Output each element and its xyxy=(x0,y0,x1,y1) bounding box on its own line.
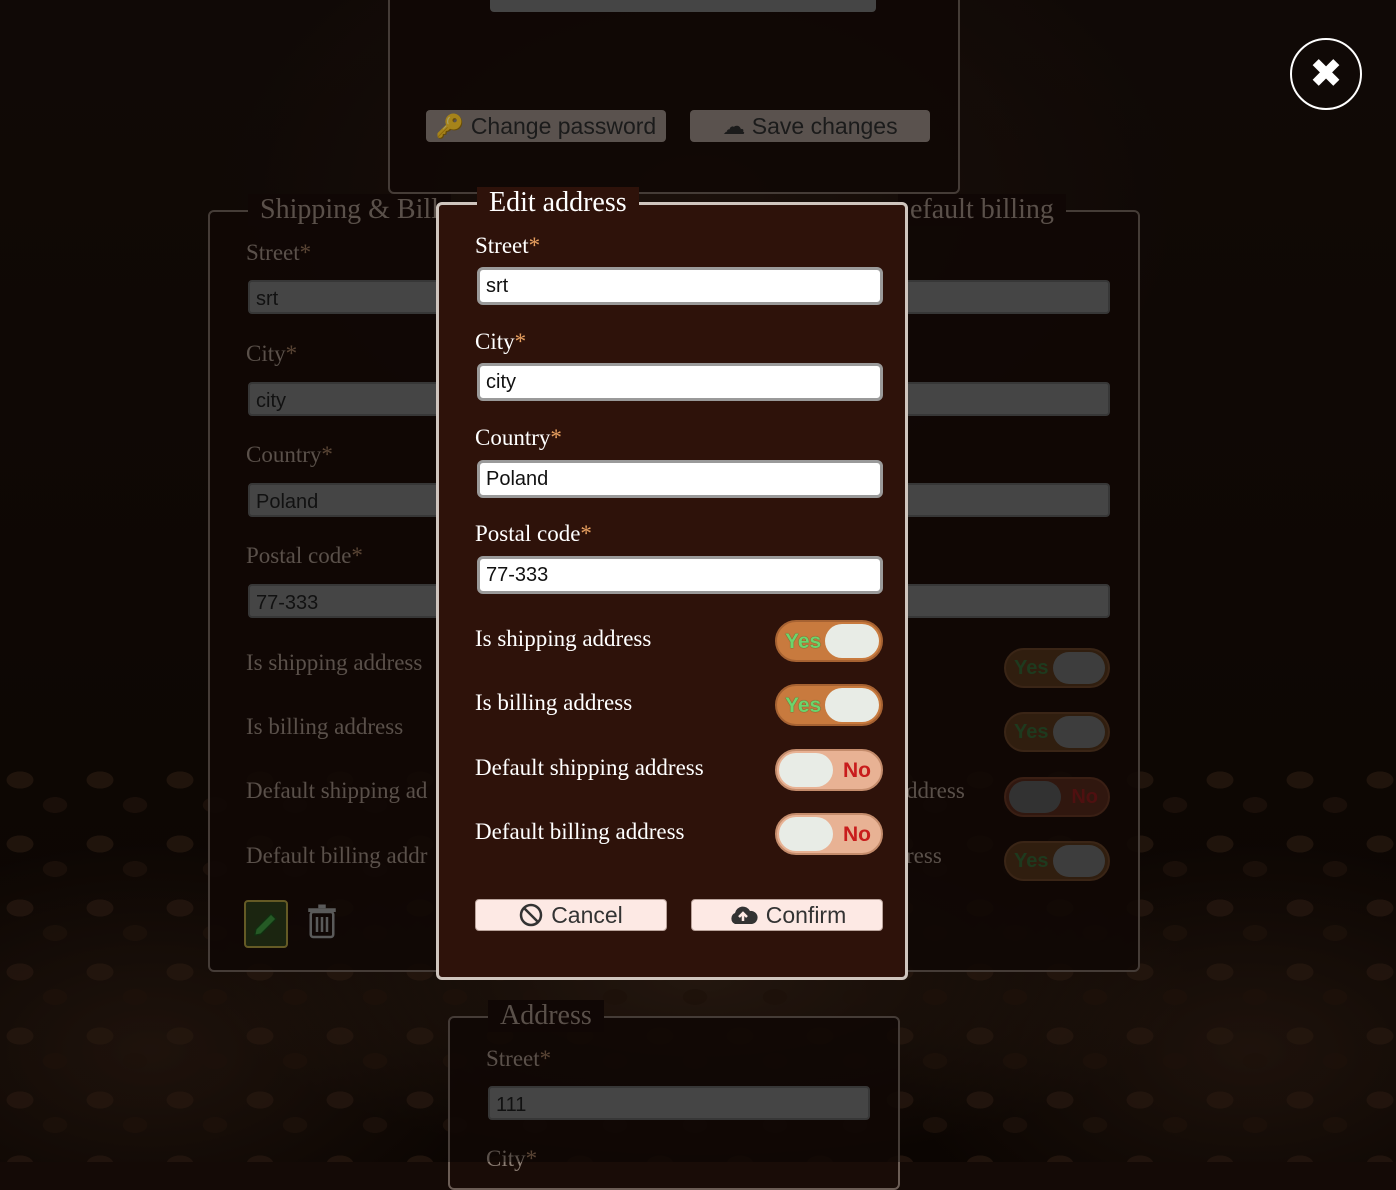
edit-address-modal: Edit address Street* City* Country* Post… xyxy=(436,187,908,980)
default-billing-toggle[interactable]: No xyxy=(775,813,883,855)
ban-icon xyxy=(519,903,543,927)
toggle-knob xyxy=(779,753,833,787)
confirm-button[interactable]: Confirm xyxy=(691,899,883,931)
toggle-knob xyxy=(779,817,833,851)
cancel-label: Cancel xyxy=(551,901,623,928)
city-input[interactable] xyxy=(477,363,883,401)
postal-code-input[interactable] xyxy=(477,556,883,594)
street-input[interactable] xyxy=(477,267,883,305)
is-shipping-label: Is shipping address xyxy=(475,626,652,651)
is-billing-toggle[interactable]: Yes xyxy=(775,684,883,726)
is-billing-label: Is billing address xyxy=(475,690,633,715)
toggle-state: Yes xyxy=(785,694,822,717)
toggle-state: No xyxy=(843,823,871,846)
street-label: Street* xyxy=(475,233,541,258)
default-shipping-toggle[interactable]: No xyxy=(775,749,883,791)
country-input[interactable] xyxy=(477,460,883,498)
country-label: Country* xyxy=(475,425,562,450)
modal-title: Edit address xyxy=(477,187,639,219)
toggle-state: Yes xyxy=(785,630,822,653)
city-label: City* xyxy=(475,329,527,354)
is-shipping-toggle[interactable]: Yes xyxy=(775,620,883,662)
default-shipping-label: Default shipping address xyxy=(475,755,704,780)
close-button[interactable]: ✖ xyxy=(1290,38,1362,110)
toggle-state: No xyxy=(843,759,871,782)
cancel-button[interactable]: Cancel xyxy=(475,899,667,931)
postal-code-label: Postal code* xyxy=(475,521,592,546)
default-billing-label: Default billing address xyxy=(475,819,685,844)
toggle-knob xyxy=(825,624,879,658)
cloud-upload-icon xyxy=(731,906,758,924)
close-icon: ✖ xyxy=(1309,51,1343,97)
toggle-knob xyxy=(825,688,879,722)
confirm-label: Confirm xyxy=(765,901,847,928)
